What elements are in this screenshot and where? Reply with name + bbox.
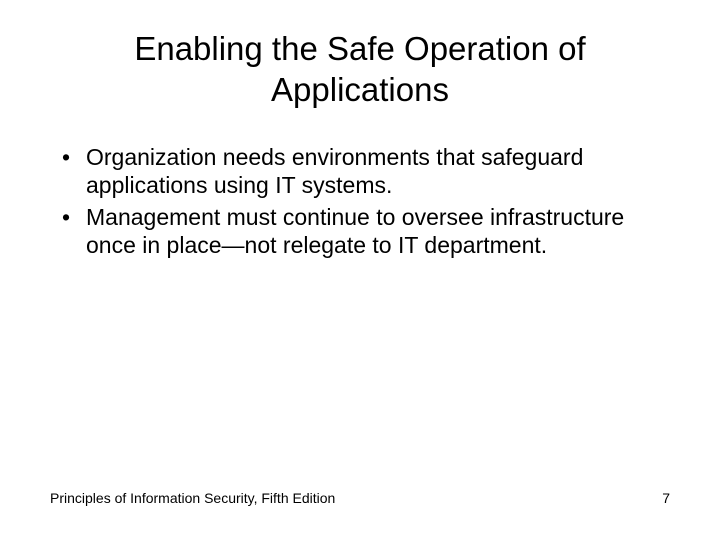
- bullet-item: Management must continue to oversee infr…: [58, 203, 670, 259]
- slide-container: Enabling the Safe Operation of Applicati…: [0, 0, 720, 540]
- slide-content: Organization needs environments that saf…: [50, 143, 670, 491]
- slide-footer: Principles of Information Security, Fift…: [50, 490, 670, 510]
- slide-title: Enabling the Safe Operation of Applicati…: [50, 28, 670, 111]
- bullet-list: Organization needs environments that saf…: [50, 143, 670, 259]
- footer-page-number: 7: [662, 490, 670, 506]
- bullet-item: Organization needs environments that saf…: [58, 143, 670, 199]
- footer-source: Principles of Information Security, Fift…: [50, 490, 335, 506]
